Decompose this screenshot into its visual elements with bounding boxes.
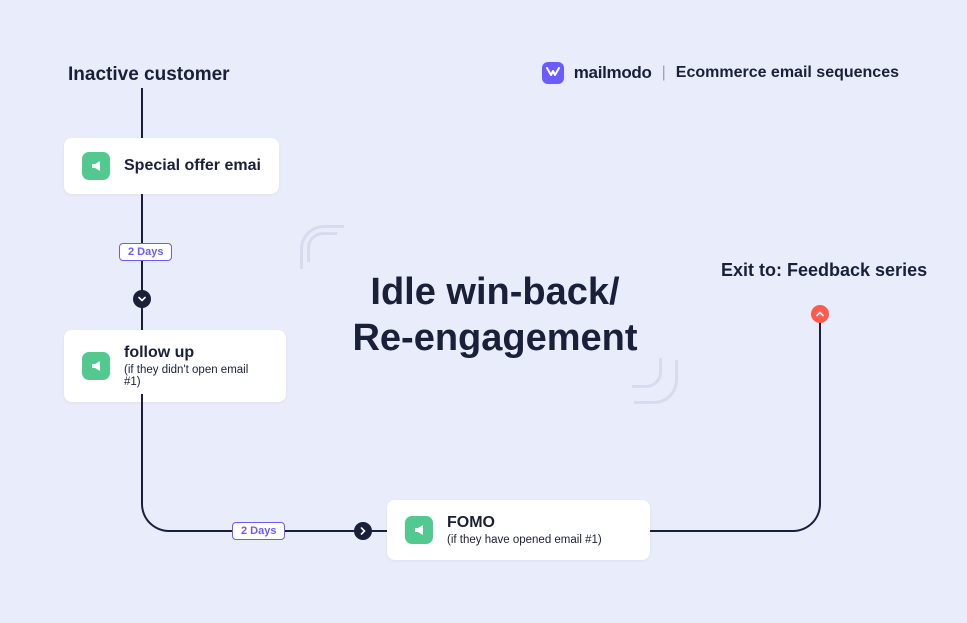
trigger-label: Inactive customer [68, 64, 230, 86]
card-subtitle: (if they didn't open email #1) [124, 364, 268, 388]
connector-corner [141, 490, 183, 532]
brand-area: mailmodo | Ecommerce email sequences [542, 62, 899, 84]
delay-badge: 2 Days [119, 243, 172, 261]
megaphone-icon [405, 516, 433, 544]
megaphone-icon [82, 352, 110, 380]
brand-name: mailmodo [574, 63, 652, 83]
mailmodo-logo-icon [542, 62, 564, 84]
brand-divider: | [662, 64, 666, 82]
title-line2: Re-engagement [310, 316, 680, 362]
connector-line [819, 322, 821, 492]
connector-line [141, 194, 143, 330]
chevron-down-icon [133, 290, 151, 308]
brand-subtitle: Ecommerce email sequences [676, 64, 899, 82]
connector-line [141, 88, 143, 138]
email-step-card: follow up (if they didn't open email #1) [64, 330, 286, 402]
email-step-card: FOMO (if they have opened email #1) [387, 500, 650, 560]
connector-corner [779, 490, 821, 532]
decoration-top-left-icon [307, 232, 337, 262]
exit-label: Exit to: Feedback series [721, 260, 927, 281]
diagram-title: Idle win-back/ Re-engagement [310, 270, 680, 361]
title-line1: Idle win-back/ [310, 270, 680, 316]
chevron-right-icon [354, 522, 372, 540]
card-subtitle: (if they have opened email #1) [447, 534, 602, 546]
connector-line [141, 394, 143, 502]
chevron-up-icon [811, 305, 829, 323]
card-title: Special offer emai [124, 157, 261, 175]
email-step-card: Special offer emai [64, 138, 279, 194]
delay-badge: 2 Days [232, 522, 285, 540]
card-title: follow up [124, 344, 268, 362]
card-title: FOMO [447, 514, 602, 532]
megaphone-icon [82, 152, 110, 180]
connector-line [650, 530, 781, 532]
